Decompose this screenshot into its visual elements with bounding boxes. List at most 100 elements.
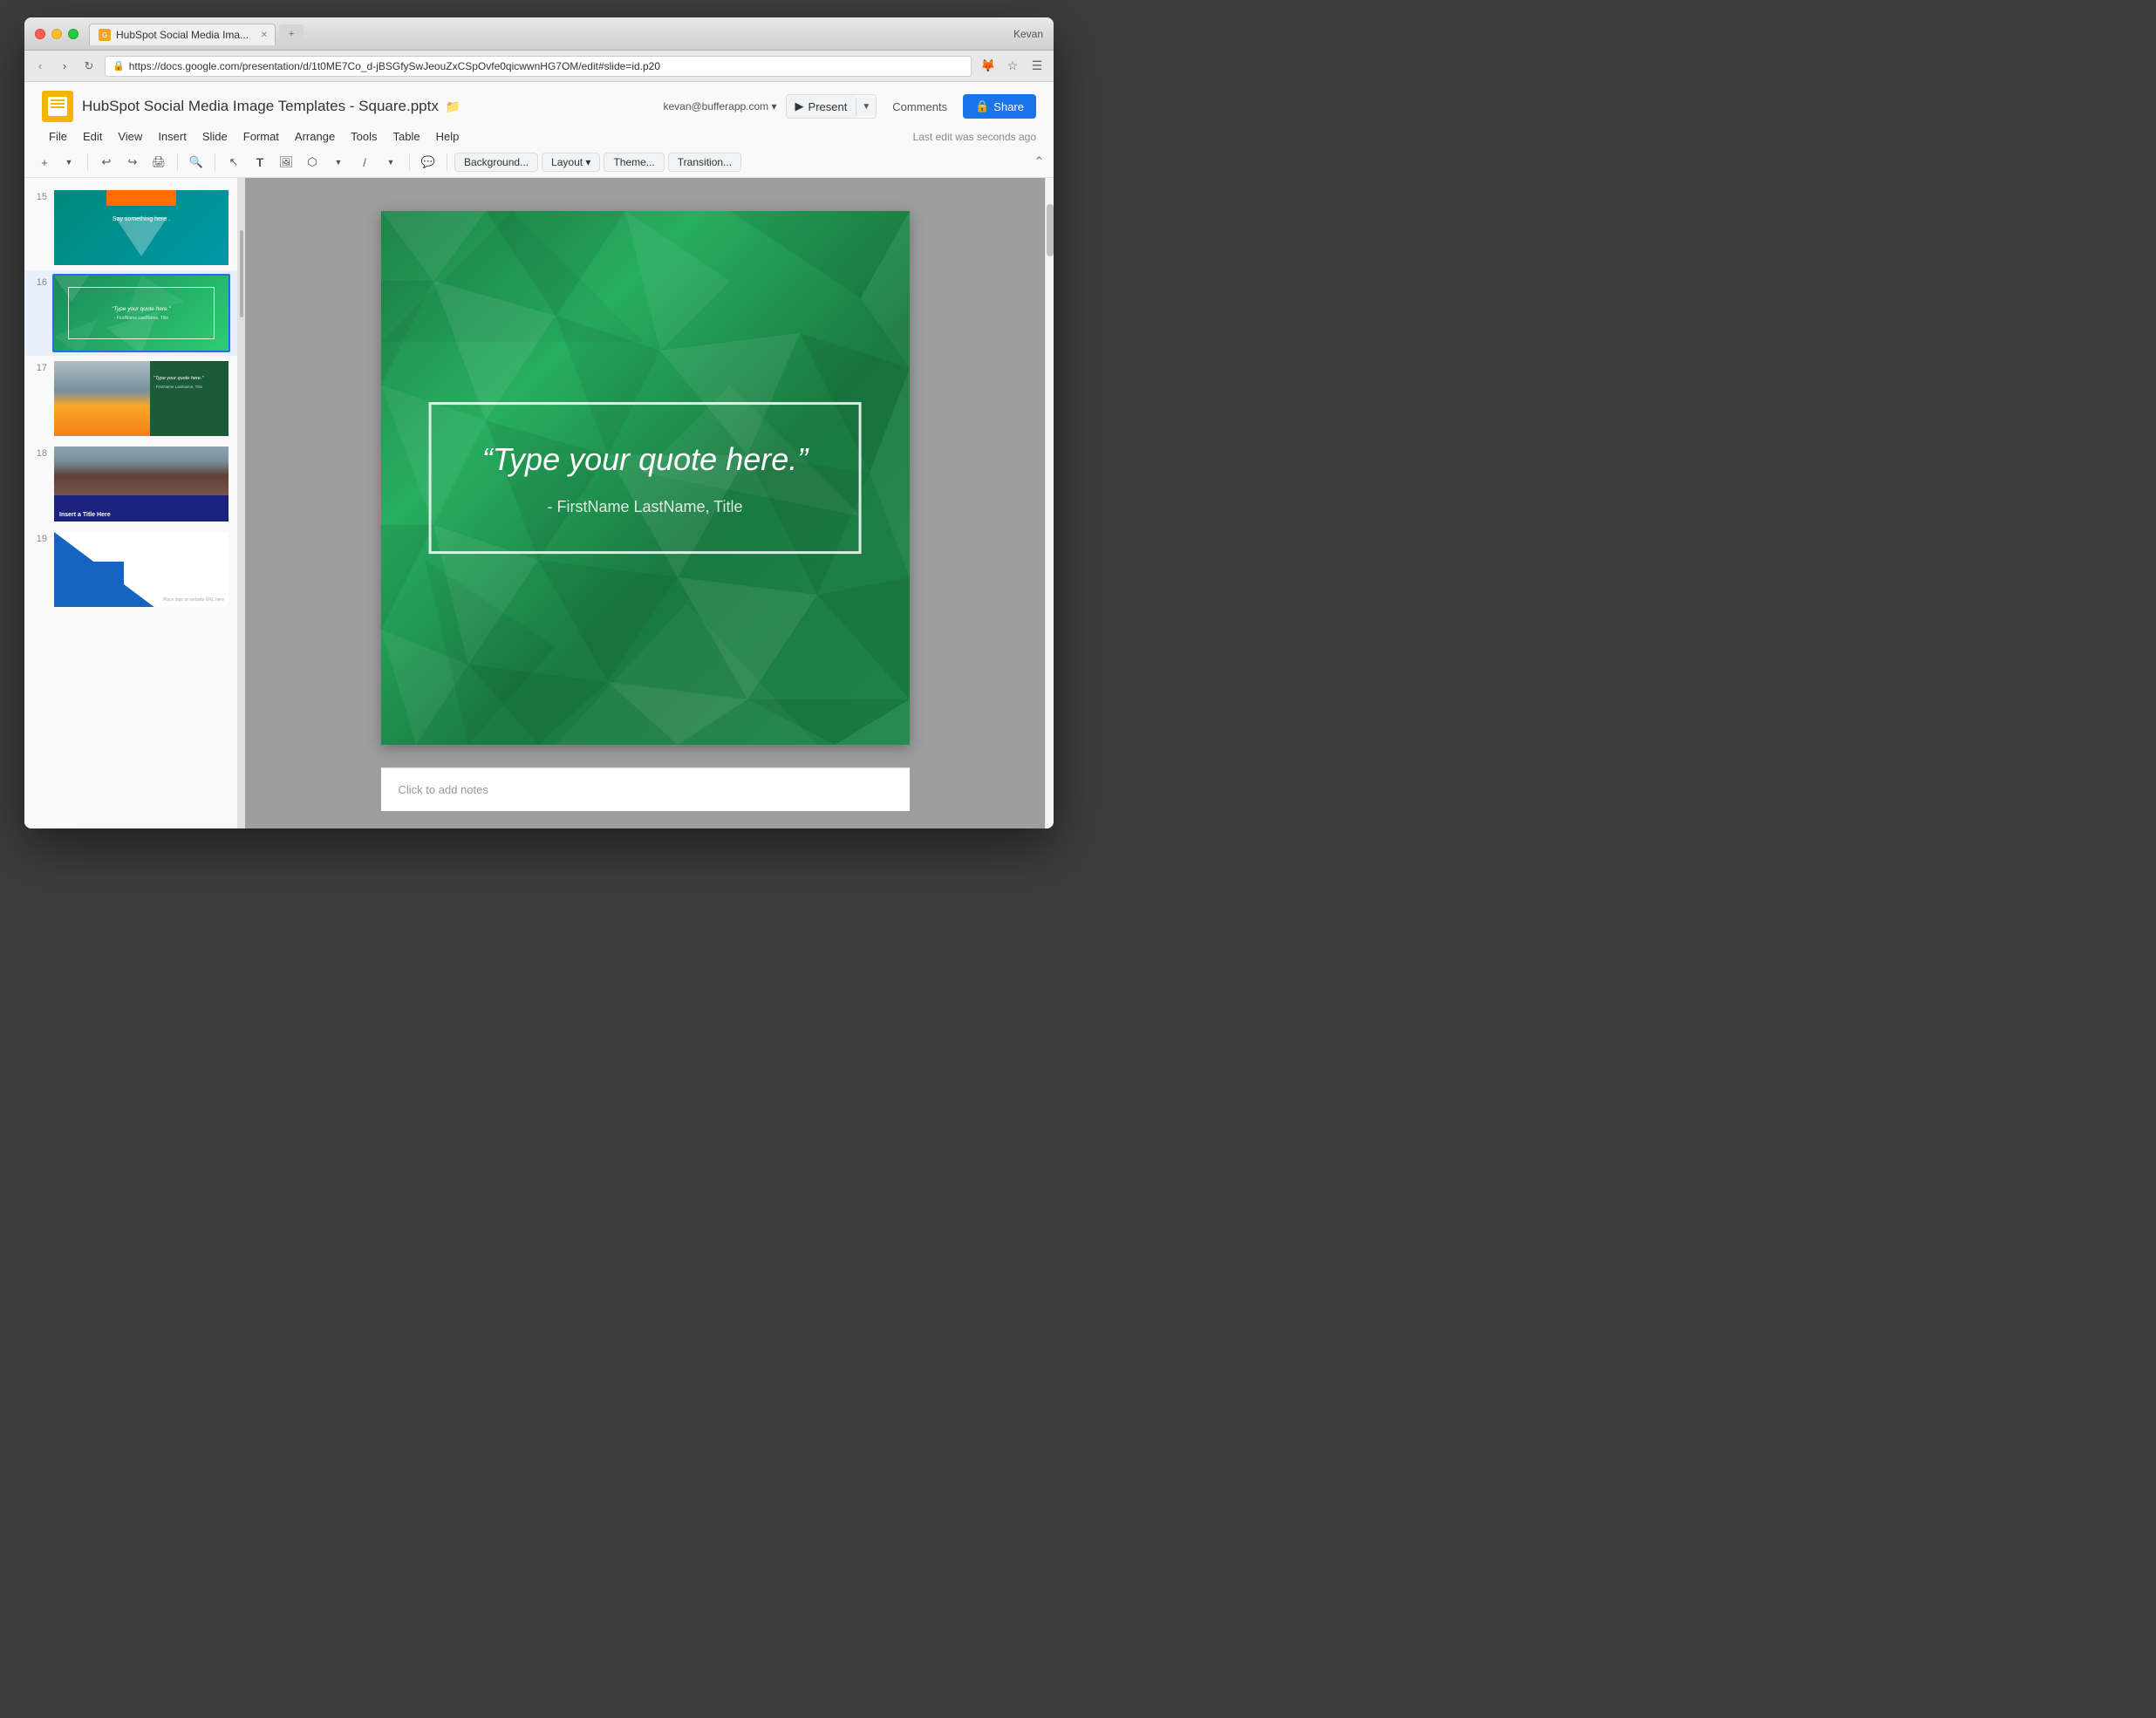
slide-thumb-16[interactable]: "Type your quote here." - FirstName Last… [52,274,230,352]
share-label: Share [993,100,1024,113]
menu-icon[interactable]: ☰ [1027,57,1047,76]
slide-number-16: 16 [31,274,47,288]
share-button[interactable]: 🔒 Share [963,94,1036,119]
present-label: Present [808,100,848,113]
thumb-18-title: Insert a Title Here [54,508,229,522]
thumb-17-bg: "Type your quote here." - FirstName Last… [54,361,229,436]
thumb-17-person-img [54,361,150,436]
menu-slide[interactable]: Slide [195,127,235,146]
menu-insert[interactable]: Insert [151,127,194,146]
comments-button[interactable]: Comments [885,96,954,118]
zoom-button[interactable]: 🔍 [185,151,208,174]
undo-button[interactable]: ↩ [95,151,118,174]
text-tool[interactable]: T [249,151,271,174]
tab-bar: G HubSpot Social Media Ima... ✕ + [89,23,1013,44]
new-tab-button[interactable]: + [279,24,304,44]
add-slide-button[interactable]: + [33,151,56,174]
background-button[interactable]: Background... [454,153,538,172]
slide-item-17[interactable]: 17 "Type your quote here." - FirstName L… [24,356,237,441]
thumb-19-bg: Place logo or website URL here [54,532,229,607]
app-header: HubSpot Social Media Image Templates - S… [24,82,1054,147]
layout-button[interactable]: Layout ▾ [542,153,600,172]
menu-help[interactable]: Help [429,127,467,146]
slide-quote-box[interactable]: “Type your quote here.” - FirstName Last… [428,402,862,554]
theme-button[interactable]: Theme... [604,153,664,172]
menu-table[interactable]: Table [386,127,427,146]
image-tool[interactable]: 🖼 [275,151,297,174]
thumb-19-blue [54,562,124,607]
slide-item-18[interactable]: 18 Insert a Title Here [24,441,237,527]
doc-title[interactable]: HubSpot Social Media Image Templates - S… [82,98,439,115]
menu-format[interactable]: Format [236,127,286,146]
add-dropdown-button[interactable]: ▼ [58,151,80,174]
close-button[interactable] [35,29,45,39]
url-bar[interactable]: 🔒 https://docs.google.com/presentation/d… [105,56,972,77]
shapes-dropdown[interactable]: ▼ [327,151,350,174]
canvas-area: “Type your quote here.” - FirstName Last… [245,178,1045,828]
last-edit-status: Last edit was seconds ago [913,131,1036,143]
right-scrollbar-thumb[interactable] [1047,204,1054,256]
lock-share-icon: 🔒 [975,99,989,113]
panel-scrollbar[interactable] [240,230,243,317]
slide-number-18: 18 [31,445,47,459]
menu-edit[interactable]: Edit [76,127,109,146]
firefox-icon[interactable]: 🦊 [979,57,998,76]
thumb-17-quote: "Type your quote here." [154,376,227,382]
refresh-button[interactable]: ↻ [80,58,98,75]
titlebar: G HubSpot Social Media Ima... ✕ + Kevan [24,17,1054,51]
slide-item-19[interactable]: 19 Place logo or website URL here [24,527,237,612]
select-tool[interactable]: ↖ [222,151,245,174]
comment-tool[interactable]: 💬 [417,151,440,174]
user-email[interactable]: kevan@bufferapp.com ▾ [663,100,776,112]
right-scrollbar[interactable] [1045,178,1054,828]
toolbar-sep-4 [409,153,410,171]
title-file-row: HubSpot Social Media Image Templates - S… [42,91,461,122]
thumb-17-text-area: "Type your quote here." - FirstName Last… [154,376,227,389]
thumb-18-photo [54,447,229,495]
slide-thumb-15[interactable]: Say something here . [52,188,230,267]
thumb-16-attribution: - FirstName LastName, Title [114,316,168,321]
present-dropdown-arrow[interactable]: ▼ [856,98,876,116]
thumb-15-bg: Say something here . [54,190,229,265]
tab-close-icon[interactable]: ✕ [261,31,268,40]
slide-thumb-18[interactable]: Insert a Title Here [52,445,230,523]
menubar: File Edit View Insert Slide Format Arran… [33,126,1045,147]
menu-arrange[interactable]: Arrange [288,127,342,146]
redo-button[interactable]: ↪ [121,151,144,174]
traffic-lights [35,29,78,39]
toolbar-collapse-button[interactable]: ⌃ [1034,153,1045,171]
thumb-19-text: Place logo or website URL here [163,597,224,603]
back-button[interactable]: ‹ [31,58,49,75]
slide-thumb-19[interactable]: Place logo or website URL here [52,530,230,609]
slide-number-17: 17 [31,359,47,373]
print-button[interactable]: 🖨 [147,151,170,174]
minimize-button[interactable] [51,29,62,39]
slide-item-16[interactable]: 16 "Type your quote here." [24,270,237,356]
maximize-button[interactable] [68,29,78,39]
addressbar: ‹ › ↻ 🔒 https://docs.google.com/presenta… [24,51,1054,82]
bookmarks-icon[interactable]: ☆ [1003,57,1022,76]
line-dropdown[interactable]: ▼ [379,151,402,174]
slide-canvas[interactable]: “Type your quote here.” - FirstName Last… [381,211,910,745]
slide-attribution[interactable]: - FirstName LastName, Title [474,498,815,516]
lock-icon: 🔒 [113,60,125,72]
shapes-tool[interactable]: ⬡ [301,151,324,174]
slide-quote-text[interactable]: “Type your quote here.” [474,440,815,481]
active-tab[interactable]: G HubSpot Social Media Ima... ✕ [89,24,276,45]
slide-item-15[interactable]: 15 Say something here . [24,185,237,270]
present-button[interactable]: ▶ Present [787,95,856,118]
forward-button[interactable]: › [56,58,73,75]
toolbar-add-group: + ▼ [33,151,80,174]
transition-button[interactable]: Transition... [668,153,741,172]
menu-view[interactable]: View [111,127,149,146]
notes-area[interactable]: Click to add notes [381,767,910,811]
notes-placeholder[interactable]: Click to add notes [399,783,488,796]
menu-file[interactable]: File [42,127,74,146]
thumb-16-bg: "Type your quote here." - FirstName Last… [54,276,229,351]
menu-tools[interactable]: Tools [344,127,384,146]
slides-logo [42,91,73,122]
slide-thumb-17[interactable]: "Type your quote here." - FirstName Last… [52,359,230,438]
line-tool[interactable]: / [353,151,376,174]
present-group: ▶ Present ▼ [786,94,877,119]
browser-icons: 🦊 ☆ ☰ [979,57,1047,76]
